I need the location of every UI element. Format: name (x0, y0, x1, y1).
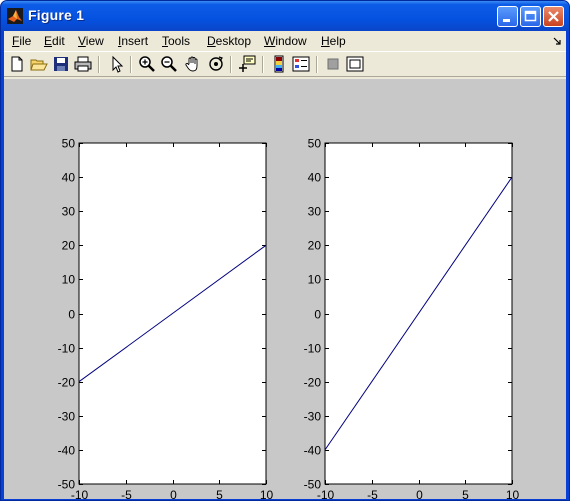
minimize-button[interactable] (497, 6, 518, 27)
y-tick-label: -30 (304, 410, 322, 424)
menu-edit[interactable]: Edit (44, 34, 65, 48)
y-tick-label: -40 (58, 444, 76, 458)
save-button[interactable] (52, 55, 70, 73)
subplot-2: -50-40-30-20-1001020304050-10 -5 0 5 10 (304, 137, 520, 500)
dock-arrow-icon[interactable] (553, 37, 561, 45)
y-tick-label: 50 (62, 137, 76, 151)
y-tick-label: 0 (314, 308, 321, 322)
y-tick-label: 40 (62, 171, 76, 185)
print-icon (74, 56, 92, 72)
y-tick-label: -30 (58, 410, 76, 424)
menu-window[interactable]: Window (264, 34, 307, 48)
zoom-out-icon (161, 56, 177, 72)
menu-insert[interactable]: Insert (118, 34, 148, 48)
y-tick-label: 30 (62, 205, 76, 219)
subplot-1: -50-40-30-20-1001020304050-10 -5 0 5 10 (58, 137, 274, 500)
show-plot-tools-button[interactable] (346, 55, 364, 73)
pan-hand-icon (185, 56, 198, 72)
menu-view[interactable]: View (78, 34, 104, 48)
hide-plot-tools-button[interactable] (324, 55, 342, 73)
edit-plot-button[interactable] (108, 55, 126, 73)
x-tick-label: -5 (121, 488, 132, 499)
x-tick-label: 5 (216, 488, 223, 499)
menu-bar: File Edit View Insert Tools Desktop Wind… (4, 31, 566, 51)
y-tick-label: 50 (308, 137, 322, 151)
open-file-button[interactable] (30, 55, 48, 73)
menu-file[interactable]: File (12, 34, 31, 48)
menu-tools[interactable]: Tools (162, 34, 190, 48)
figure-toolbar (4, 51, 566, 77)
y-tick-label: -20 (58, 376, 76, 390)
toolbar-separator (130, 56, 132, 73)
data-cursor-icon (239, 55, 256, 72)
menu-desktop[interactable]: Desktop (207, 34, 251, 48)
x-tick-label: 0 (416, 488, 423, 499)
figure-window: Figure 1 File Edit View Insert Tools Des… (0, 0, 570, 501)
save-icon (54, 57, 68, 71)
y-tick-label: 0 (68, 308, 75, 322)
x-tick-label: -10 (71, 488, 89, 499)
open-file-icon (30, 59, 48, 71)
new-figure-button[interactable] (8, 55, 26, 73)
new-figure-icon (11, 56, 23, 72)
menu-help[interactable]: Help (321, 34, 346, 48)
window-title: Figure 1 (28, 7, 85, 23)
data-cursor-button[interactable] (238, 55, 256, 73)
y-tick-label: 10 (62, 273, 76, 287)
y-tick-label: -40 (304, 444, 322, 458)
x-tick-label: -10 (317, 488, 335, 499)
close-icon (548, 11, 559, 22)
y-tick-label: 20 (308, 239, 322, 253)
zoom-in-button[interactable] (138, 55, 156, 73)
maximize-icon (524, 10, 537, 22)
y-tick-label: 10 (308, 273, 322, 287)
show-plot-tools-icon (346, 56, 364, 72)
minimize-icon (503, 19, 510, 22)
rotate-3d-icon (209, 56, 223, 71)
insert-colorbar-icon (274, 55, 284, 73)
pan-button[interactable] (184, 55, 202, 73)
toolbar-separator (230, 56, 232, 73)
y-tick-label: -10 (58, 342, 76, 356)
x-tick-label: -5 (367, 488, 378, 499)
title-bar[interactable]: Figure 1 (1, 1, 569, 31)
toolbar-separator (316, 56, 318, 73)
toolbar-separator (262, 56, 264, 73)
y-tick-label: 20 (62, 239, 76, 253)
y-tick-label: 40 (308, 171, 322, 185)
toolbar-separator (98, 56, 100, 73)
insert-colorbar-button[interactable] (270, 55, 288, 73)
insert-legend-icon (292, 56, 310, 72)
hide-plot-tools-icon (327, 58, 339, 70)
insert-legend-button[interactable] (292, 55, 310, 73)
close-button[interactable] (543, 6, 564, 27)
client-area: File Edit View Insert Tools Desktop Wind… (4, 31, 566, 499)
print-button[interactable] (74, 55, 92, 73)
matlab-logo-icon (7, 8, 23, 24)
plot-axes-area: -50-40-30-20-1001020304050-10 -5 0 5 10-50-4… (58, 137, 520, 500)
zoom-out-button[interactable] (160, 55, 178, 73)
x-tick-label: 0 (170, 488, 177, 499)
x-tick-label: 10 (506, 488, 520, 499)
y-tick-label: -20 (304, 376, 322, 390)
rotate-3d-button[interactable] (207, 55, 225, 73)
figure-canvas[interactable]: -50 -40 -30 -20 -10 0 10 20 30 40 50 -10 -5 0 5 10 -50 -4… (4, 79, 566, 499)
zoom-in-icon (139, 56, 155, 72)
edit-plot-arrow-icon (112, 55, 124, 73)
x-tick-label: 10 (260, 488, 274, 499)
y-tick-label: -10 (304, 342, 322, 356)
maximize-button[interactable] (520, 6, 541, 27)
x-tick-label: 5 (462, 488, 469, 499)
y-tick-label: 30 (308, 205, 322, 219)
